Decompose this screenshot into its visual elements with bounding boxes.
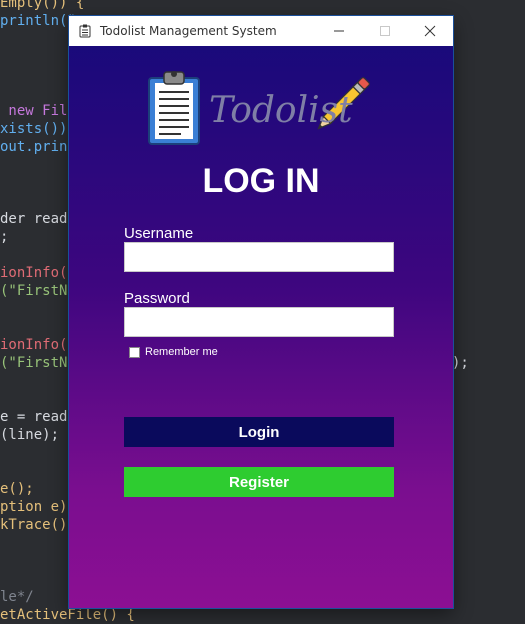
- code-line: new File: [0, 103, 76, 119]
- code-line: xists()): [0, 121, 68, 137]
- code-line: ionInfo(): [0, 265, 76, 281]
- remember-me-label: Remember me: [145, 346, 218, 358]
- register-button[interactable]: Register: [124, 467, 394, 497]
- code-line: kTrace();: [0, 517, 76, 533]
- code-line: e();: [0, 481, 34, 497]
- page-title: LOG IN: [202, 162, 320, 200]
- code-line: println(": [0, 13, 76, 29]
- logo-text: Todolist: [209, 90, 353, 131]
- code-line: ("FirstNa: [0, 355, 76, 371]
- login-button[interactable]: Login: [124, 417, 394, 447]
- code-line: der reade: [0, 211, 76, 227]
- username-label: Username: [124, 225, 194, 242]
- minimize-icon: [334, 30, 344, 32]
- clipboard-icon: [148, 71, 200, 145]
- code-line: (line);: [0, 427, 60, 443]
- username-input[interactable]: [124, 242, 394, 272]
- window-title: Todolist Management System: [100, 24, 277, 38]
- password-label: Password: [124, 290, 190, 307]
- title-bar[interactable]: Todolist Management System: [69, 16, 453, 46]
- checkbox-box[interactable]: [129, 346, 140, 358]
- close-button[interactable]: [407, 16, 453, 46]
- code-line: ption e): [0, 499, 68, 515]
- code-line: ("FirstNa: [0, 283, 76, 299]
- maximize-icon: [380, 26, 390, 36]
- maximize-button[interactable]: [362, 16, 408, 46]
- code-line: etActiveFile() {: [0, 607, 135, 623]
- close-icon: [424, 25, 436, 37]
- password-input[interactable]: [124, 307, 394, 337]
- app-icon: [78, 24, 92, 38]
- code-line: ionInfo(): [0, 337, 76, 353]
- code-line: );: [452, 355, 469, 371]
- minimize-button[interactable]: [316, 16, 362, 46]
- code-line: le*/: [0, 589, 34, 605]
- code-line: Empty()) {: [0, 0, 85, 11]
- code-line: ;: [0, 229, 9, 245]
- code-line: e = reade: [0, 409, 76, 425]
- login-window: Todolist Management System Todolist LOG …: [69, 16, 453, 608]
- code-line: out.print: [0, 139, 76, 155]
- remember-me-checkbox[interactable]: Remember me: [129, 346, 218, 358]
